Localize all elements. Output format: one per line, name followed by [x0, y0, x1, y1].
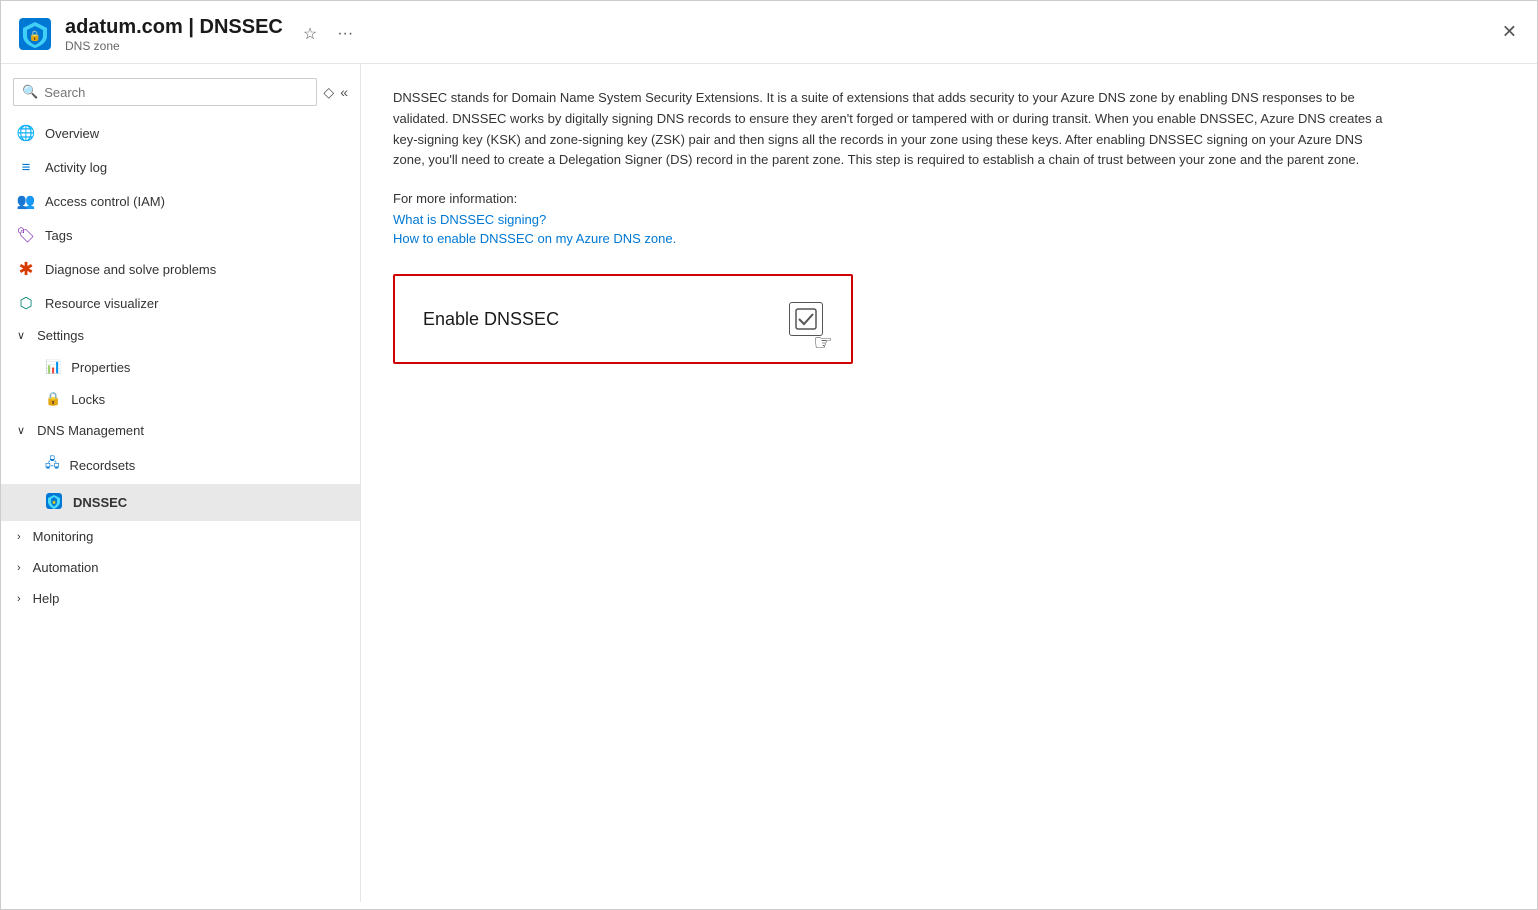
- resource-viz-icon: ⬡: [17, 294, 35, 312]
- automation-label: Automation: [33, 560, 99, 575]
- toggle-checkbox-icon: [789, 302, 823, 336]
- close-button[interactable]: ✕: [1502, 22, 1517, 43]
- sidebar-item-label: Activity log: [45, 160, 107, 175]
- sidebar-item-recordsets[interactable]: 🖧 Recordsets: [1, 446, 360, 484]
- sidebar-sub-label: Locks: [71, 392, 105, 407]
- svg-text:🔒: 🔒: [29, 30, 41, 42]
- sidebar-item-diagnose[interactable]: ✱ Diagnose and solve problems: [1, 252, 360, 286]
- link-what-is-dnssec[interactable]: What is DNSSEC signing?: [393, 212, 1505, 227]
- help-label: Help: [33, 591, 60, 606]
- sidebar-sub-label: Recordsets: [70, 458, 136, 473]
- header-title-block: adatum.com | DNSSEC DNS zone: [65, 15, 283, 53]
- more-info-label: For more information:: [393, 191, 1505, 206]
- header: 🔒 adatum.com | DNSSEC DNS zone ☆ ··· ✕: [1, 1, 1537, 64]
- search-box[interactable]: 🔍: [13, 78, 317, 106]
- sidebar-item-resource-viz[interactable]: ⬡ Resource visualizer: [1, 286, 360, 320]
- main-layout: 🔍 ◇ « 🌐 Overview ≡ Activity log 👥 Access…: [1, 64, 1537, 902]
- main-content: DNSSEC stands for Domain Name System Sec…: [361, 64, 1537, 902]
- sidebar-item-label: Resource visualizer: [45, 296, 158, 311]
- sidebar-item-overview[interactable]: 🌐 Overview: [1, 116, 360, 150]
- more-options-button[interactable]: ···: [331, 23, 359, 45]
- link-how-to-enable[interactable]: How to enable DNSSEC on my Azure DNS zon…: [393, 231, 1505, 246]
- dns-management-label: DNS Management: [37, 423, 144, 438]
- automation-section-header[interactable]: › Automation: [1, 552, 360, 583]
- sidebar: 🔍 ◇ « 🌐 Overview ≡ Activity log 👥 Access…: [1, 64, 361, 902]
- monitoring-chevron: ›: [17, 531, 21, 543]
- collapse-sidebar-button[interactable]: «: [340, 84, 348, 100]
- sidebar-item-locks[interactable]: 🔒 Locks: [1, 383, 360, 415]
- sidebar-item-label: Diagnose and solve problems: [45, 262, 216, 277]
- dns-management-chevron: ∨: [17, 424, 25, 437]
- overview-icon: 🌐: [17, 124, 35, 142]
- sidebar-sub-label: DNSSEC: [73, 495, 127, 510]
- locks-icon: 🔒: [45, 391, 61, 407]
- tags-icon: 🏷: [17, 226, 35, 244]
- help-chevron: ›: [17, 593, 21, 605]
- dns-management-section-header[interactable]: ∨ DNS Management: [1, 415, 360, 446]
- diagnose-icon: ✱: [17, 260, 35, 278]
- settings-chevron: ∨: [17, 329, 25, 342]
- settings-label: Settings: [37, 328, 84, 343]
- page-title: adatum.com | DNSSEC: [65, 15, 283, 39]
- monitoring-section-header[interactable]: › Monitoring: [1, 521, 360, 552]
- enable-dnssec-toggle[interactable]: ☞: [789, 302, 823, 336]
- monitoring-label: Monitoring: [33, 529, 94, 544]
- enable-dnssec-label: Enable DNSSEC: [395, 285, 587, 354]
- sidebar-item-label: Overview: [45, 126, 99, 141]
- svg-text:★: ★: [52, 500, 57, 506]
- help-section-header[interactable]: › Help: [1, 583, 360, 614]
- dnssec-icon: ★: [45, 492, 63, 513]
- enable-dnssec-card: Enable DNSSEC ☞: [393, 274, 853, 364]
- sidebar-sub-label: Properties: [71, 360, 130, 375]
- favorite-button[interactable]: ☆: [297, 22, 323, 46]
- sidebar-item-access-control[interactable]: 👥 Access control (IAM): [1, 184, 360, 218]
- automation-chevron: ›: [17, 562, 21, 574]
- filter-button[interactable]: ◇: [323, 84, 334, 101]
- settings-section-header[interactable]: ∨ Settings: [1, 320, 360, 351]
- page-subtitle: DNS zone: [65, 39, 283, 53]
- header-actions: ☆ ···: [297, 22, 359, 46]
- properties-icon: 📊: [45, 359, 61, 375]
- dnssec-description: DNSSEC stands for Domain Name System Sec…: [393, 88, 1393, 171]
- access-control-icon: 👥: [17, 192, 35, 210]
- sidebar-item-label: Access control (IAM): [45, 194, 165, 209]
- activity-log-icon: ≡: [17, 158, 35, 176]
- sidebar-item-label: Tags: [45, 228, 72, 243]
- sidebar-item-activity-log[interactable]: ≡ Activity log: [1, 150, 360, 184]
- search-input[interactable]: [44, 85, 308, 100]
- sidebar-item-properties[interactable]: 📊 Properties: [1, 351, 360, 383]
- app-icon: 🔒: [17, 16, 53, 52]
- sidebar-item-dnssec[interactable]: ★ DNSSEC: [1, 484, 360, 521]
- search-icon: 🔍: [22, 84, 38, 100]
- recordsets-icon: 🖧: [45, 454, 60, 476]
- sidebar-item-tags[interactable]: 🏷 Tags: [1, 218, 360, 252]
